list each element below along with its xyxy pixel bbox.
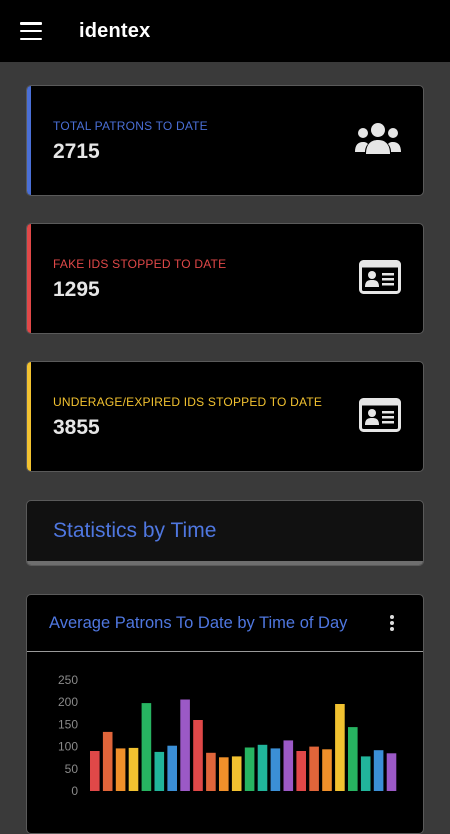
card-value: 1295 (53, 278, 100, 301)
section-divider (27, 561, 423, 565)
y-tick-label: 100 (58, 740, 78, 754)
section-title: Statistics by Time (53, 519, 217, 542)
chart-bar[interactable] (348, 727, 358, 791)
fake-ids-card: FAKE IDS STOPPED TO DATE 1295 (26, 223, 424, 334)
chart-bar[interactable] (154, 751, 165, 791)
chart-bar[interactable] (270, 748, 281, 791)
chart-bar[interactable] (115, 748, 126, 791)
chart-bar[interactable] (335, 704, 345, 791)
y-tick-label: 150 (58, 717, 78, 731)
chart-bar[interactable] (283, 740, 294, 791)
time-of-day-chart-card: Average Patrons To Date by Time of Day 2… (26, 594, 424, 834)
card-label: TOTAL PATRONS TO DATE (53, 119, 208, 133)
chart-bar[interactable] (167, 745, 177, 791)
chart-bar[interactable] (296, 751, 306, 791)
id-card-icon (359, 398, 401, 437)
card-accent (27, 86, 31, 195)
y-tick-label: 50 (65, 762, 79, 776)
bar-chart: 250 200 150 100 50 0 (58, 673, 397, 798)
y-tick-label: 250 (58, 673, 78, 687)
chart-bar[interactable] (219, 757, 229, 791)
card-label: UNDERAGE/EXPIRED IDS STOPPED TO DATE (53, 395, 323, 409)
chart-bar[interactable] (141, 703, 152, 791)
y-tick-label: 0 (71, 784, 78, 798)
chart-bar[interactable] (257, 744, 268, 791)
chart-bar[interactable] (386, 753, 397, 791)
app-bar: identex (0, 0, 450, 62)
chart-bar[interactable] (206, 752, 216, 791)
chart-bar[interactable] (231, 756, 242, 791)
underage-ids-card: UNDERAGE/EXPIRED IDS STOPPED TO DATE 385… (26, 361, 424, 472)
users-icon (355, 122, 401, 161)
chart-bar[interactable] (360, 756, 371, 791)
chart-bar[interactable] (373, 750, 384, 791)
chart-bar[interactable] (309, 746, 319, 791)
statistics-section-header: Statistics by Time (26, 500, 424, 566)
chart-bar[interactable] (193, 720, 203, 791)
card-label: FAKE IDS STOPPED TO DATE (53, 257, 227, 271)
card-value: 3855 (53, 416, 100, 439)
chart-bar[interactable] (128, 747, 139, 791)
y-tick-label: 200 (58, 695, 78, 709)
menu-icon[interactable] (20, 22, 42, 40)
chart-bar[interactable] (102, 731, 113, 791)
chart-bar[interactable] (180, 699, 190, 792)
app-title: identex (79, 19, 151, 42)
chart-bar[interactable] (90, 751, 100, 791)
card-value: 2715 (53, 140, 100, 163)
chart-bar[interactable] (244, 747, 255, 792)
chart-bar[interactable] (322, 749, 332, 791)
id-card-icon (359, 260, 401, 299)
card-accent (27, 362, 31, 471)
card-accent (27, 224, 31, 333)
total-patrons-card: TOTAL PATRONS TO DATE 2715 (26, 85, 424, 196)
